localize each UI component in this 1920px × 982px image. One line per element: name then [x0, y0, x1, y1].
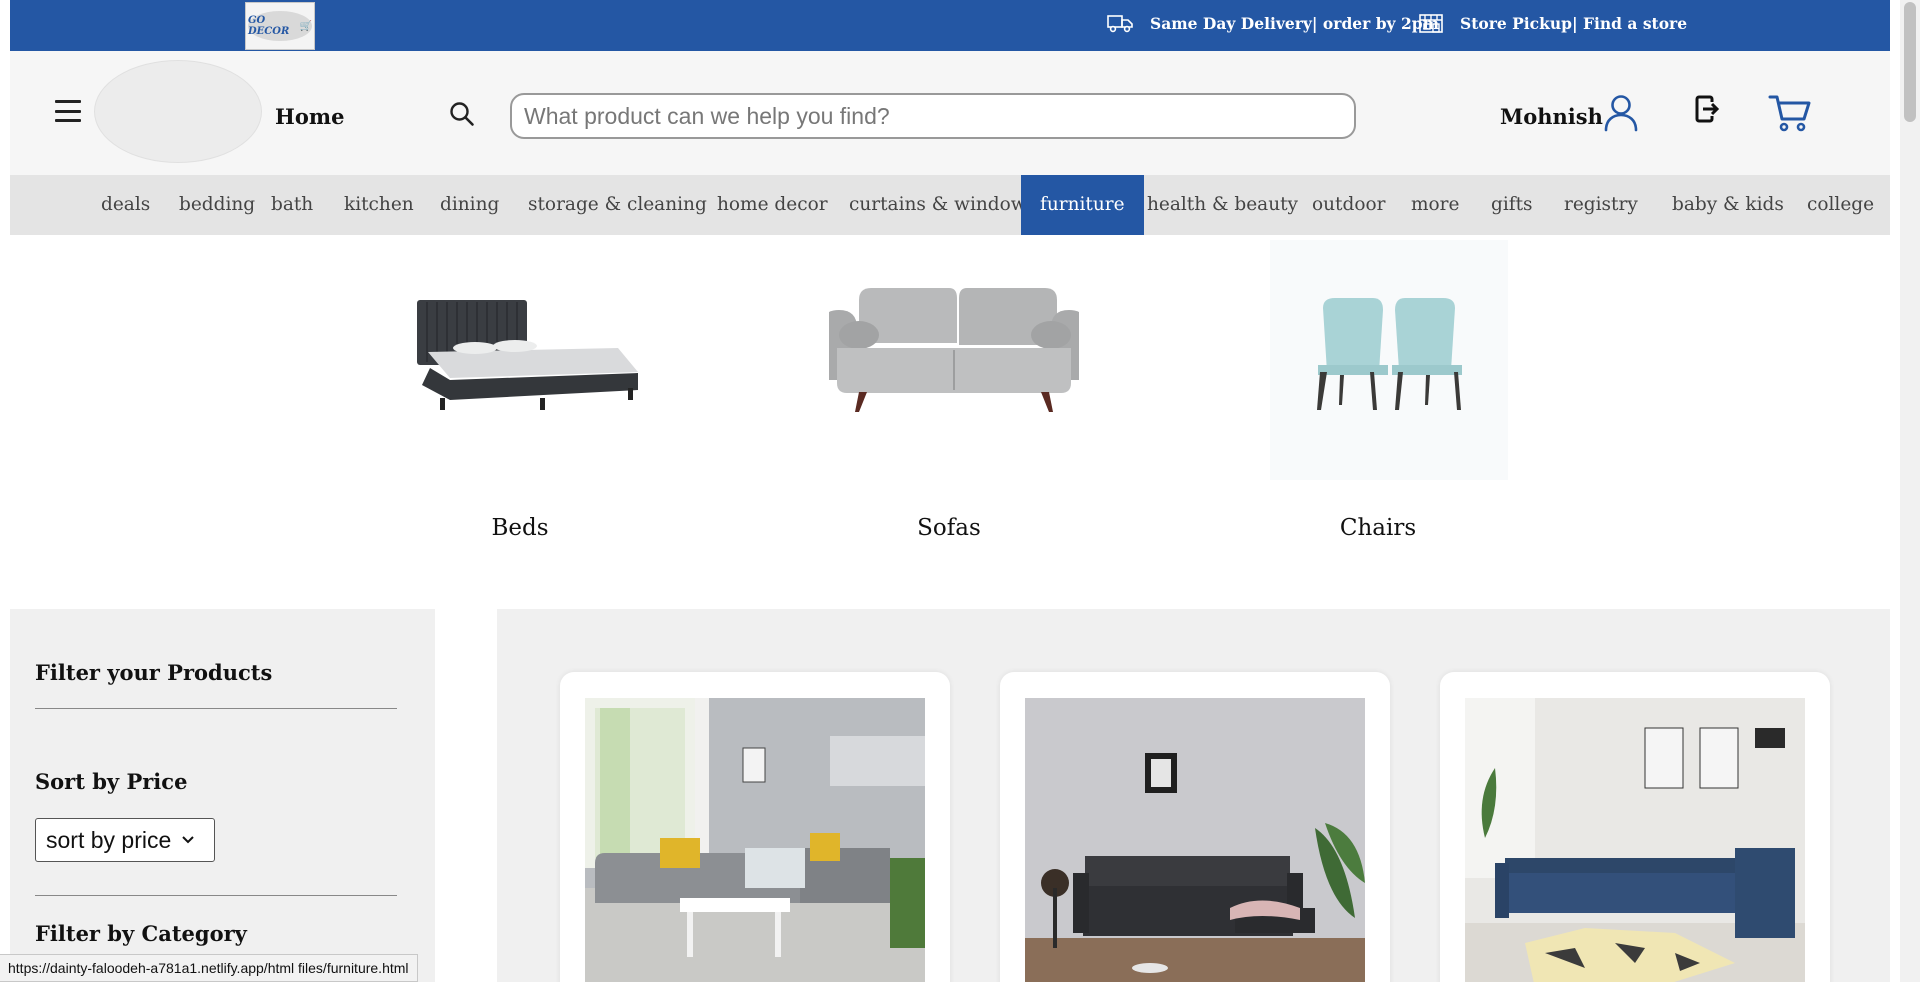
user-name[interactable]: Mohnish: [1500, 104, 1603, 129]
store-icon: [1419, 14, 1443, 33]
sort-select-value: sort by price: [46, 826, 172, 853]
menu-icon[interactable]: [55, 100, 81, 122]
logout-icon[interactable]: [1694, 94, 1722, 124]
category-nav: deals bedding bath kitchen dining storag…: [10, 175, 1890, 235]
product-grid: [497, 609, 1890, 982]
category-sofas[interactable]: Sofas: [809, 240, 1089, 550]
search-input[interactable]: [510, 93, 1356, 139]
sort-select[interactable]: sort by price: [35, 818, 215, 862]
logo-cart-icon: 🛒: [299, 20, 312, 32]
product-card[interactable]: [1440, 672, 1830, 982]
same-day-delivery-link[interactable]: Same Day Delivery| order by 2pm: [1106, 12, 1439, 34]
black-sofa-image: [1025, 698, 1365, 982]
search-icon[interactable]: [449, 101, 475, 127]
category-beds[interactable]: Beds: [380, 240, 660, 550]
nav-item-curtains-window[interactable]: curtains & window: [830, 175, 1046, 235]
product-card[interactable]: [560, 672, 950, 982]
nav-item-baby-kids[interactable]: baby & kids: [1653, 175, 1803, 235]
page: GO DECOR 🛒 Same Day Delivery| order by 2…: [0, 0, 1920, 982]
divider: [35, 708, 397, 709]
filter-title: Filter your Products: [35, 660, 273, 685]
nav-item-outdoor[interactable]: outdoor: [1293, 175, 1404, 235]
promo-bar: GO DECOR 🛒 Same Day Delivery| order by 2…: [10, 0, 1890, 51]
user-icon[interactable]: [1603, 94, 1639, 132]
scrollbar[interactable]: [1900, 0, 1920, 982]
nav-item-dining[interactable]: dining: [421, 175, 518, 235]
bed-image: [417, 300, 638, 410]
header: Home Mohnish: [10, 51, 1890, 175]
home-link[interactable]: Home: [275, 104, 344, 129]
nav-item-registry[interactable]: registry: [1545, 175, 1657, 235]
nav-item-health-beauty[interactable]: health & beauty: [1128, 175, 1317, 235]
divider: [35, 895, 397, 896]
logo-text: GO DECOR: [248, 15, 290, 37]
nav-item-storage-cleaning[interactable]: storage & cleaning: [509, 175, 726, 235]
sort-heading: Sort by Price: [35, 769, 188, 794]
category-filter-heading: Filter by Category: [35, 921, 247, 946]
nav-item-deals[interactable]: deals: [82, 175, 169, 235]
chevron-down-icon: [182, 836, 194, 844]
nav-item-college[interactable]: college: [1788, 175, 1893, 235]
nav-item-more[interactable]: more: [1392, 175, 1478, 235]
category-label: Beds: [491, 515, 549, 541]
product-card[interactable]: [1000, 672, 1390, 982]
nav-item-furniture[interactable]: furniture: [1021, 175, 1144, 235]
store-pickup-link[interactable]: Store Pickup| Find a store: [1418, 12, 1687, 34]
nav-item-gifts[interactable]: gifts: [1472, 175, 1552, 235]
logo-badge: GO DECOR 🛒: [248, 11, 312, 41]
category-label: Sofas: [917, 515, 981, 541]
grey-sectional-sofa-image: [585, 698, 925, 982]
category-label: Chairs: [1339, 515, 1417, 541]
scrollbar-thumb[interactable]: [1904, 2, 1916, 122]
pickup-text: Store Pickup| Find a store: [1460, 13, 1688, 33]
status-url: https://dainty-faloodeh-a781a1.netlify.a…: [0, 954, 418, 982]
delivery-truck-icon: [1107, 15, 1133, 33]
nav-item-kitchen[interactable]: kitchen: [325, 175, 433, 235]
delivery-text: Same Day Delivery| order by 2pm: [1150, 13, 1439, 33]
chairs-image: [1270, 240, 1508, 480]
brand-placeholder: [94, 60, 262, 163]
site-logo[interactable]: GO DECOR 🛒: [245, 2, 315, 50]
filter-sidebar: Filter your Products Sort by Price sort …: [10, 609, 435, 982]
sofa-image: [829, 285, 1079, 435]
blue-corner-sofa-image: [1465, 698, 1805, 982]
cart-icon[interactable]: [1768, 93, 1812, 133]
nav-item-home-decor[interactable]: home decor: [698, 175, 847, 235]
nav-item-bath[interactable]: bath: [252, 175, 332, 235]
category-chairs[interactable]: Chairs: [1238, 240, 1518, 550]
